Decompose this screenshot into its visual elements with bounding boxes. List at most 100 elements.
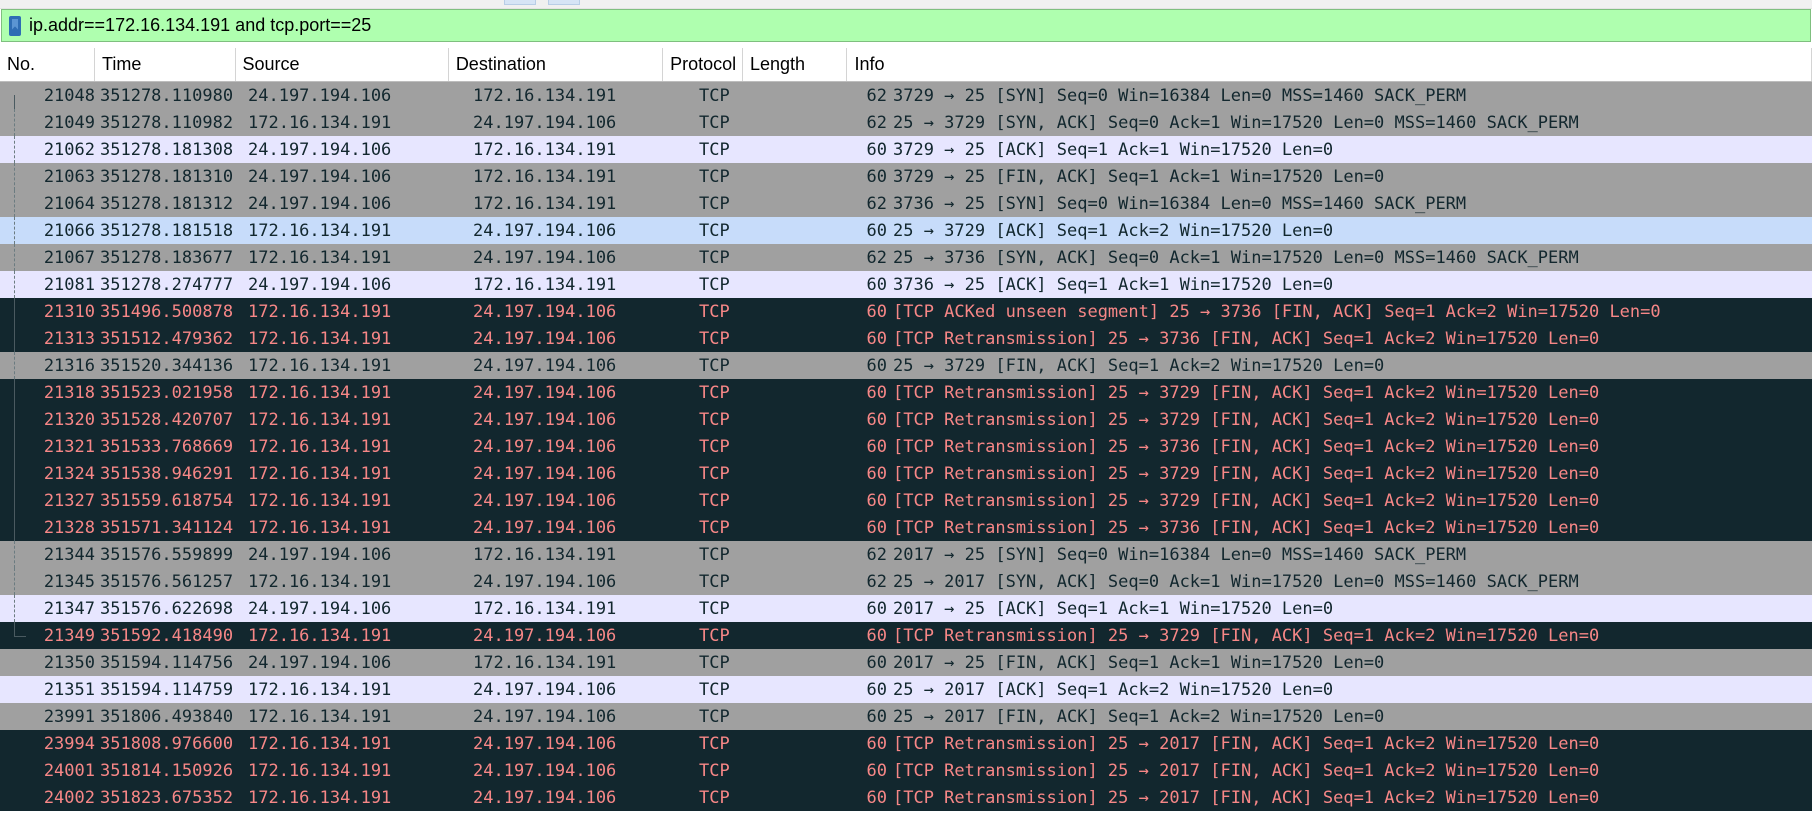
cell-proto: TCP (699, 598, 730, 619)
cell-src: 172.16.134.191 (248, 220, 392, 241)
cell-no: 21351 (43, 679, 95, 700)
packet-row[interactable]: 21313 351512.479362 172.16.134.191 24.197.1… (0, 325, 1812, 352)
packet-row[interactable]: 21349 351592.418490 172.16.134.191 24.197.1… (0, 622, 1812, 649)
packet-row[interactable]: 21345 351576.561257 172.16.134.191 24.197.1… (0, 568, 1812, 595)
cell-dst: 24.197.194.106 (473, 517, 617, 538)
cell-time: 351278.181518 (100, 220, 234, 241)
cell-len: 60 (866, 679, 887, 700)
column-header-src[interactable]: Source (236, 48, 449, 81)
packet-row[interactable]: 21344 351576.559899 24.197.194.106 172.16.1… (0, 541, 1812, 568)
cell-time: 351823.675352 (100, 787, 234, 808)
cell-len: 60 (866, 382, 887, 403)
column-header-time[interactable]: Time (95, 48, 236, 81)
related-packet-indicator (14, 271, 16, 298)
packet-row[interactable]: 21324 351538.946291 172.16.134.191 24.197.1… (0, 460, 1812, 487)
packet-row[interactable]: 21350 351594.114756 24.197.194.106 172.16.1… (0, 649, 1812, 676)
packet-list[interactable]: 21048 351278.110980 24.197.194.106 172.16.1… (0, 82, 1812, 811)
packet-row[interactable]: 21049 351278.110982 172.16.134.191 24.197.1… (0, 109, 1812, 136)
cell-time: 351538.946291 (100, 463, 234, 484)
cell-time: 351278.183677 (100, 247, 234, 268)
cell-time: 351512.479362 (100, 328, 234, 349)
packet-row[interactable]: 21316 351520.344136 172.16.134.191 24.197.1… (0, 352, 1812, 379)
packet-row[interactable]: 21320 351528.420707 172.16.134.191 24.197.1… (0, 406, 1812, 433)
packet-row[interactable]: 21321 351533.768669 172.16.134.191 24.197.1… (0, 433, 1812, 460)
cell-proto: TCP (699, 463, 730, 484)
cell-proto: TCP (699, 247, 730, 268)
packet-row[interactable]: 21063 351278.181310 24.197.194.106 172.16.1… (0, 163, 1812, 190)
cell-dst: 24.197.194.106 (473, 463, 617, 484)
related-packet-indicator (14, 190, 16, 217)
cell-len: 60 (866, 787, 887, 808)
packet-row[interactable]: 24002 351823.675352 172.16.134.191 24.197.1… (0, 784, 1812, 811)
cell-info: [TCP Retransmission] 25 → 3729 [FIN, ACK… (893, 625, 1600, 646)
cell-len: 60 (866, 436, 887, 457)
cell-len: 60 (866, 220, 887, 241)
packet-row[interactable]: 21318 351523.021958 172.16.134.191 24.197.1… (0, 379, 1812, 406)
packet-row[interactable]: 21081 351278.274777 24.197.194.106 172.16.1… (0, 271, 1812, 298)
cell-time: 351496.500878 (100, 301, 234, 322)
cell-dst: 172.16.134.191 (473, 274, 617, 295)
packet-row[interactable]: 21066 351278.181518 172.16.134.191 24.197.1… (0, 217, 1812, 244)
packet-row[interactable]: 21328 351571.341124 172.16.134.191 24.197.1… (0, 514, 1812, 541)
related-packet-indicator (14, 95, 16, 109)
cell-info: [TCP Retransmission] 25 → 3736 [FIN, ACK… (893, 436, 1600, 457)
column-header-dst[interactable]: Destination (449, 48, 664, 81)
packet-row[interactable]: 21310 351496.500878 172.16.134.191 24.197.1… (0, 298, 1812, 325)
cell-no: 23991 (43, 706, 95, 727)
cell-len: 60 (866, 355, 887, 376)
packet-row[interactable]: 21067 351278.183677 172.16.134.191 24.197.1… (0, 244, 1812, 271)
cell-src: 172.16.134.191 (248, 517, 392, 538)
display-filter-bar[interactable]: ip.addr==172.16.134.191 and tcp.port==25 (1, 9, 1811, 42)
packet-row[interactable]: 24001 351814.150926 172.16.134.191 24.197.1… (0, 757, 1812, 784)
cell-info: 3729 → 25 [ACK] Seq=1 Ack=1 Win=17520 Le… (893, 139, 1334, 160)
cell-len: 62 (866, 247, 887, 268)
packet-row[interactable]: 21351 351594.114759 172.16.134.191 24.197.1… (0, 676, 1812, 703)
cell-src: 172.16.134.191 (248, 355, 392, 376)
cell-info: 3736 → 25 [SYN] Seq=0 Win=16384 Len=0 MS… (893, 193, 1467, 214)
cell-info: [TCP Retransmission] 25 → 2017 [FIN, ACK… (893, 760, 1600, 781)
toolbar-button-stub[interactable] (504, 0, 536, 5)
display-filter-input[interactable]: ip.addr==172.16.134.191 and tcp.port==25 (29, 15, 371, 36)
column-header-proto[interactable]: Protocol (663, 48, 743, 81)
related-packet-indicator (14, 487, 16, 514)
cell-info: 3729 → 25 [FIN, ACK] Seq=1 Ack=1 Win=175… (893, 166, 1385, 187)
cell-proto: TCP (699, 544, 730, 565)
cell-proto: TCP (699, 355, 730, 376)
cell-proto: TCP (699, 85, 730, 106)
cell-dst: 24.197.194.106 (473, 571, 617, 592)
cell-proto: TCP (699, 193, 730, 214)
bookmark-icon[interactable] (9, 15, 21, 36)
related-packet-indicator (14, 163, 16, 190)
cell-src: 172.16.134.191 (248, 733, 392, 754)
cell-len: 62 (866, 85, 887, 106)
toolbar-button-stub[interactable] (548, 0, 580, 5)
packet-row[interactable]: 21048 351278.110980 24.197.194.106 172.16.1… (0, 82, 1812, 109)
cell-dst: 172.16.134.191 (473, 193, 617, 214)
cell-dst: 172.16.134.191 (473, 139, 617, 160)
cell-dst: 24.197.194.106 (473, 625, 617, 646)
cell-no: 24001 (43, 760, 95, 781)
cell-src: 172.16.134.191 (248, 436, 392, 457)
cell-info: [TCP ACKed unseen segment] 25 → 3736 [FI… (893, 301, 1661, 322)
cell-time: 351571.341124 (100, 517, 234, 538)
packet-row[interactable]: 23991 351806.493840 172.16.134.191 24.197.1… (0, 703, 1812, 730)
cell-src: 172.16.134.191 (248, 490, 392, 511)
packet-row[interactable]: 21064 351278.181312 24.197.194.106 172.16.1… (0, 190, 1812, 217)
column-header-len[interactable]: Length (743, 48, 848, 81)
cell-len: 60 (866, 490, 887, 511)
cell-info: [TCP Retransmission] 25 → 3736 [FIN, ACK… (893, 517, 1600, 538)
cell-time: 351278.181308 (100, 139, 234, 160)
column-header-no[interactable]: No. (0, 48, 96, 81)
column-header-info[interactable]: Info (847, 48, 1812, 81)
cell-len: 60 (866, 625, 887, 646)
packet-row[interactable]: 21327 351559.618754 172.16.134.191 24.197.1… (0, 487, 1812, 514)
packet-row[interactable]: 23994 351808.976600 172.16.134.191 24.197.1… (0, 730, 1812, 757)
packet-row[interactable]: 21062 351278.181308 24.197.194.106 172.16.1… (0, 136, 1812, 163)
cell-len: 60 (866, 328, 887, 349)
cell-proto: TCP (699, 328, 730, 349)
cell-info: 25 → 3729 [ACK] Seq=1 Ack=2 Win=17520 Le… (893, 220, 1334, 241)
cell-proto: TCP (699, 382, 730, 403)
cell-len: 60 (866, 463, 887, 484)
packet-row[interactable]: 21347 351576.622698 24.197.194.106 172.16.1… (0, 595, 1812, 622)
cell-src: 172.16.134.191 (248, 706, 392, 727)
